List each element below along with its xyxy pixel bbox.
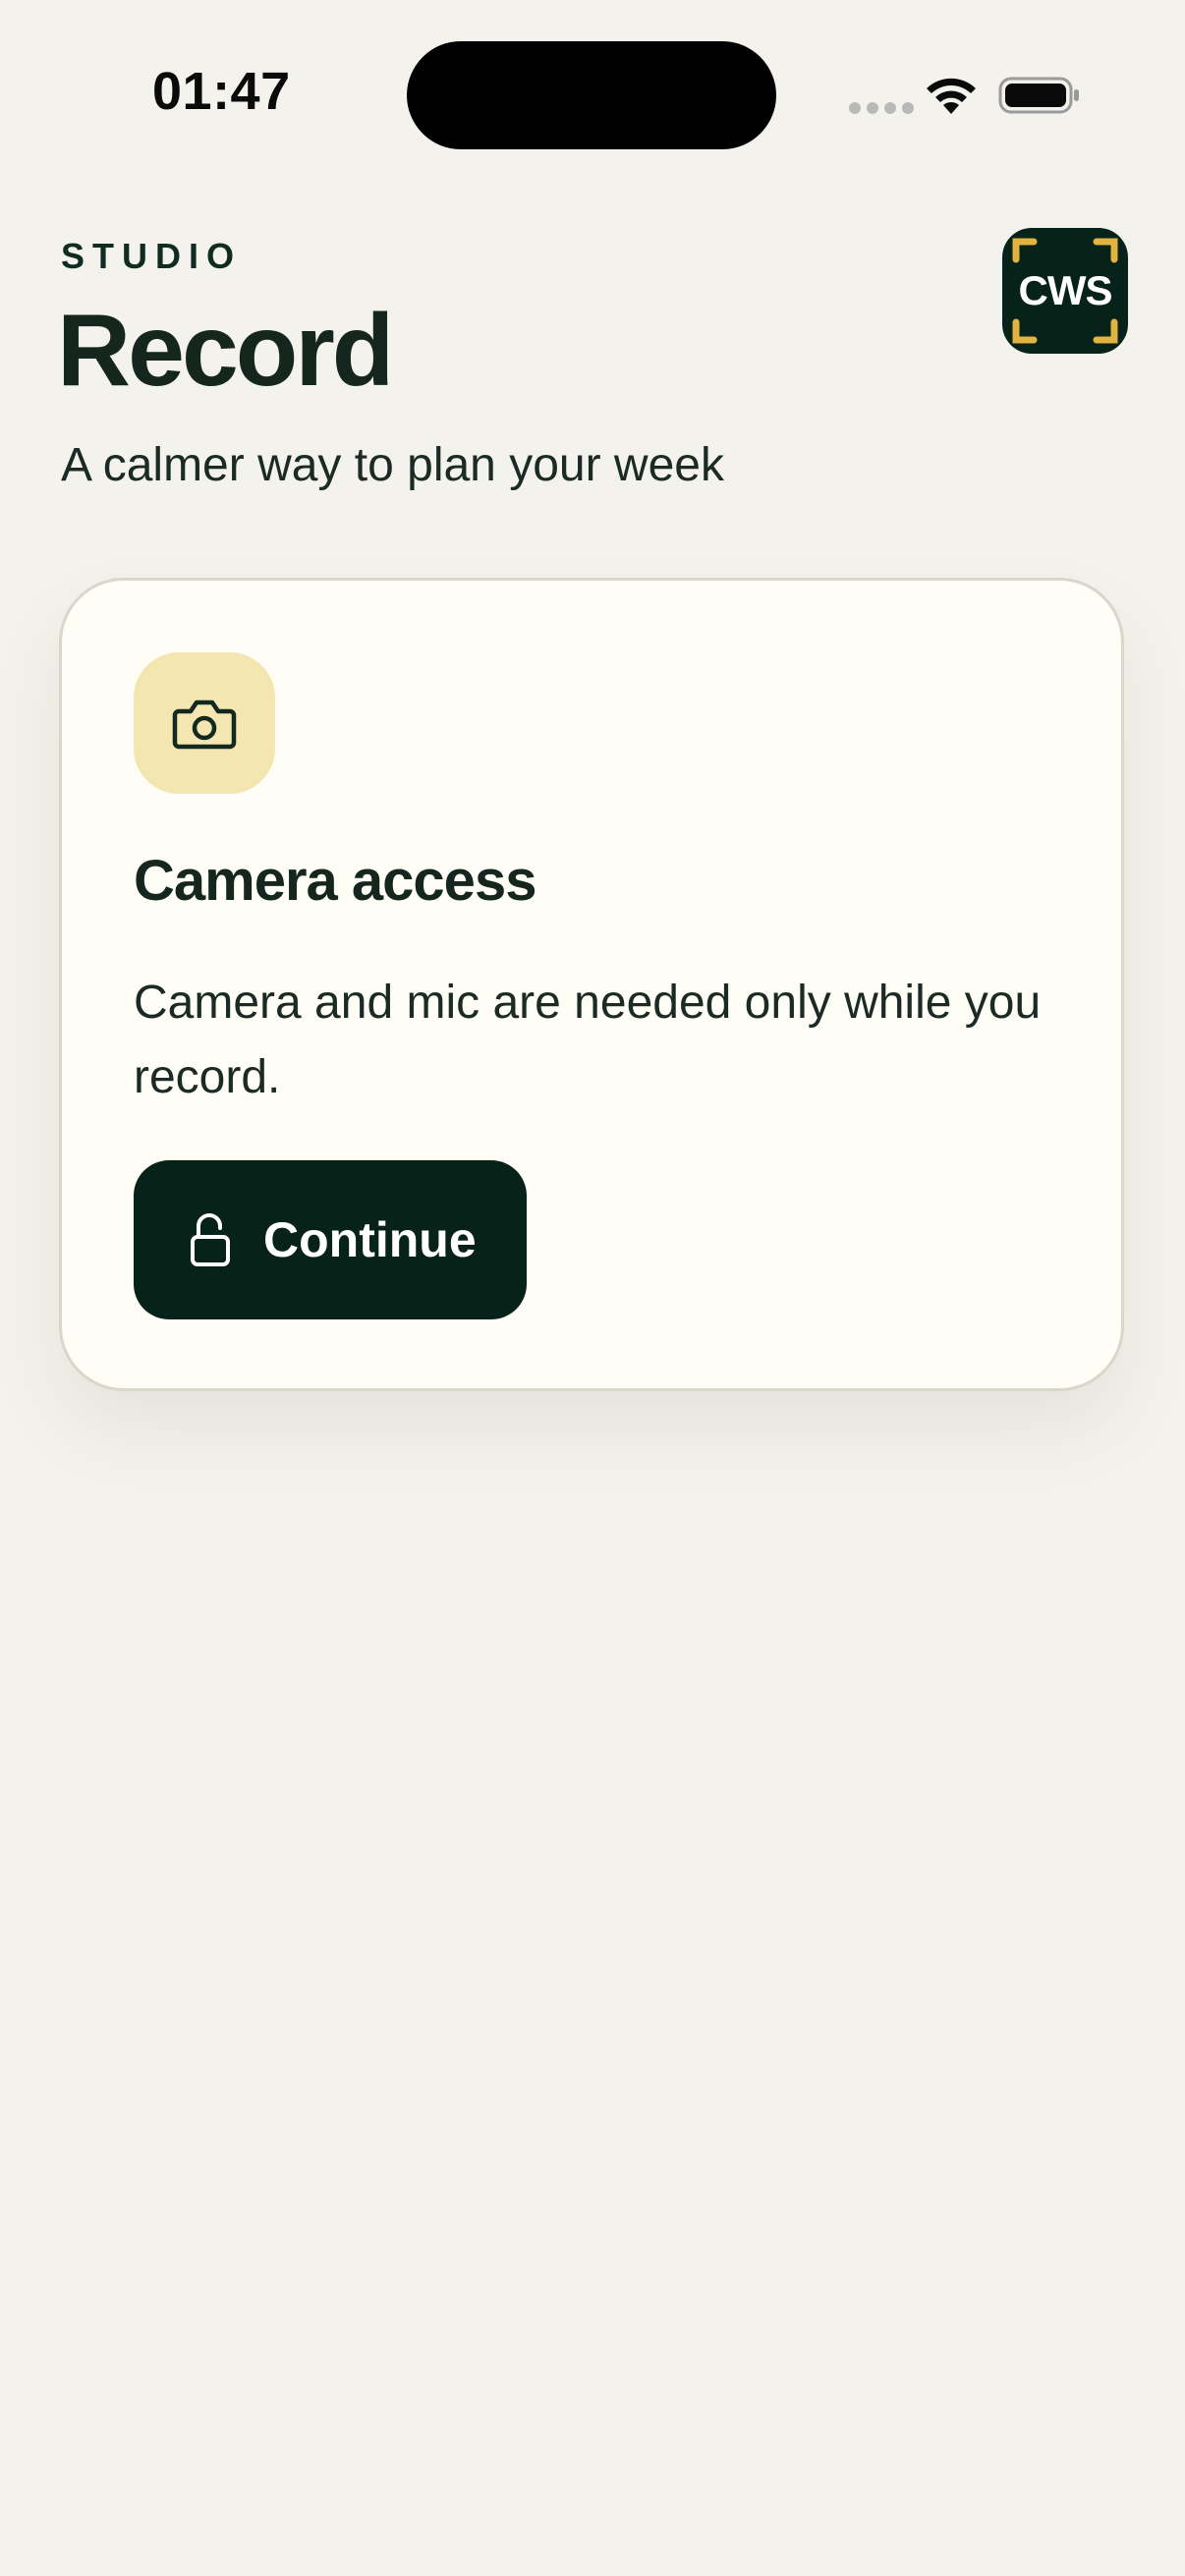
unlock-icon bbox=[191, 1213, 230, 1266]
camera-icon-tile bbox=[134, 652, 275, 794]
signal-dots-icon bbox=[849, 102, 914, 114]
battery-icon bbox=[998, 77, 1079, 114]
card-description: Camera and mic are needed only while you… bbox=[134, 977, 1042, 1103]
continue-button[interactable]: Continue bbox=[134, 1160, 527, 1319]
camera-permission-card: Camera access Camera and mic are needed … bbox=[59, 578, 1124, 1391]
page-title: Record bbox=[57, 294, 394, 408]
wifi-icon bbox=[927, 78, 976, 114]
card-title: Camera access bbox=[134, 849, 536, 913]
status-time: 01:47 bbox=[152, 62, 291, 121]
app-badge[interactable]: CWS bbox=[1002, 228, 1128, 354]
dynamic-island bbox=[407, 41, 776, 149]
continue-button-label: Continue bbox=[263, 1212, 477, 1267]
page-subtitle: A calmer way to plan your week bbox=[61, 439, 724, 491]
app-badge-label: CWS bbox=[1018, 267, 1113, 313]
section-eyebrow: STUDIO bbox=[61, 236, 243, 276]
camera-icon bbox=[172, 700, 237, 750]
status-bar: 01:47 bbox=[0, 0, 1185, 177]
